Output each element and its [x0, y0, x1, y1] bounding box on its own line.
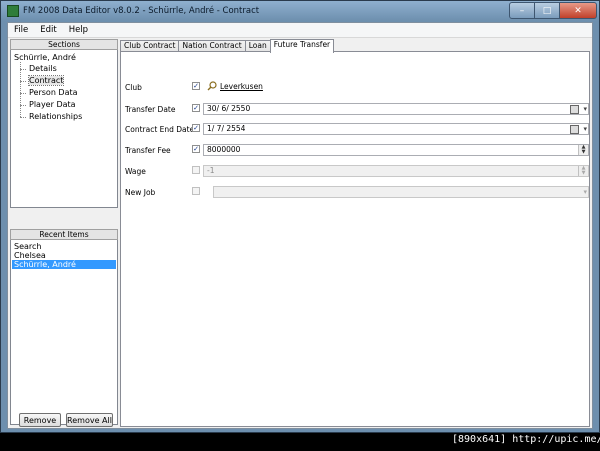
future-transfer-panel: Club ✓ Leverkusen Transfer Date ✓ 30/ 6/…	[120, 51, 590, 427]
transfer-fee-value: 8000000	[207, 145, 241, 154]
client-area: File Edit Help Sections Schürrle, André …	[7, 22, 593, 429]
transfer-fee-stepper[interactable]: ▲ ▼	[578, 145, 588, 155]
transfer-date-value: 30/ 6/ 2550	[207, 104, 251, 113]
transfer-fee-field[interactable]: 8000000 ▲ ▼	[203, 144, 589, 156]
contract-end-label: Contract End Date	[125, 125, 195, 134]
wage-stepper[interactable]: ▲ ▼	[578, 166, 588, 176]
title-bar[interactable]: FM 2008 Data Editor v8.0.2 - Schürrle, A…	[1, 1, 599, 21]
tree-item-details[interactable]: Details	[14, 62, 114, 75]
image-watermark: [890x641] http://upic.me/	[452, 434, 600, 445]
menu-file[interactable]: File	[8, 25, 34, 35]
menu-help[interactable]: Help	[63, 25, 94, 35]
calendar-icon[interactable]	[570, 125, 579, 134]
new-job-label: New Job	[125, 188, 156, 197]
sections-tree[interactable]: Schürrle, André Details Contract Person …	[10, 50, 118, 208]
remove-button[interactable]: Remove	[19, 413, 61, 427]
minimize-button[interactable]: –	[509, 2, 535, 19]
tree-root-player[interactable]: Schürrle, André	[14, 52, 114, 63]
maximize-button[interactable]: □	[534, 2, 560, 19]
contract-end-value: 1/ 7/ 2554	[207, 124, 246, 133]
window-title: FM 2008 Data Editor v8.0.2 - Schürrle, A…	[23, 6, 260, 16]
right-panel: Club Contract Nation Contract Loan Futur…	[120, 39, 590, 427]
club-checkbox[interactable]: ✓	[192, 82, 200, 90]
tree-item-contract[interactable]: Contract	[14, 74, 114, 87]
app-window: FM 2008 Data Editor v8.0.2 - Schürrle, A…	[0, 0, 600, 433]
chevron-down-icon[interactable]: ▾	[583, 187, 587, 197]
chevron-down-icon[interactable]: ▾	[583, 124, 587, 134]
club-link[interactable]: Leverkusen	[220, 82, 263, 91]
wage-value: -1	[207, 166, 215, 175]
app-icon	[7, 5, 19, 17]
wage-label: Wage	[125, 167, 146, 176]
transfer-date-label: Transfer Date	[125, 105, 176, 114]
transfer-fee-checkbox[interactable]: ✓	[192, 145, 200, 153]
tab-future-transfer[interactable]: Future Transfer	[269, 39, 335, 53]
recent-item-chelsea[interactable]: Chelsea	[12, 251, 116, 260]
recent-item-schurrle[interactable]: Schürrle, André	[12, 260, 116, 269]
close-button[interactable]: ✕	[559, 2, 597, 19]
recent-item-search[interactable]: Search	[12, 242, 116, 251]
menu-edit[interactable]: Edit	[34, 25, 62, 35]
contract-end-field[interactable]: 1/ 7/ 2554 ▾	[203, 123, 589, 135]
recent-items-list[interactable]: Search Chelsea Schürrle, André	[10, 240, 118, 425]
recent-items-header: Recent Items	[10, 229, 118, 240]
new-job-checkbox[interactable]	[192, 187, 200, 195]
tab-strip: Club Contract Nation Contract Loan Futur…	[120, 39, 335, 53]
contract-end-checkbox[interactable]: ✓	[192, 124, 200, 132]
transfer-date-checkbox[interactable]: ✓	[192, 104, 200, 112]
transfer-date-field[interactable]: 30/ 6/ 2550 ▾	[203, 103, 589, 115]
tree-item-player-data[interactable]: Player Data	[14, 98, 114, 111]
transfer-fee-label: Transfer Fee	[125, 146, 171, 155]
new-job-dropdown[interactable]: ▾	[213, 186, 589, 198]
left-panel: Sections Schürrle, André Details Contrac…	[10, 39, 118, 427]
wage-checkbox[interactable]	[192, 166, 200, 174]
tree-item-person-data[interactable]: Person Data	[14, 86, 114, 99]
menu-bar: File Edit Help	[8, 23, 592, 38]
search-icon[interactable]	[207, 81, 217, 91]
chevron-down-icon[interactable]: ▾	[583, 104, 587, 114]
tree-item-relationships[interactable]: Relationships	[14, 110, 114, 123]
club-label: Club	[125, 83, 142, 92]
remove-all-button[interactable]: Remove All	[66, 413, 113, 427]
sections-header: Sections	[10, 39, 118, 50]
wage-field[interactable]: -1 ▲ ▼	[203, 165, 589, 177]
calendar-icon[interactable]	[570, 105, 579, 114]
